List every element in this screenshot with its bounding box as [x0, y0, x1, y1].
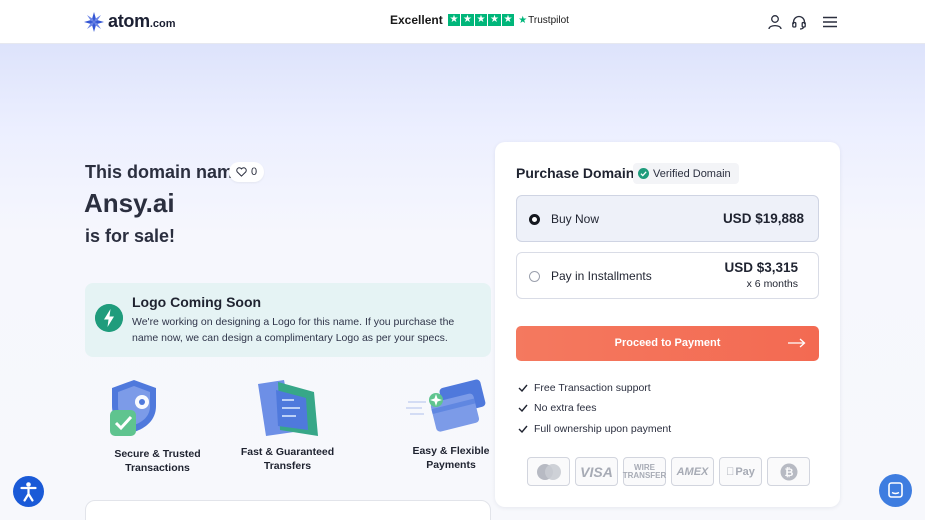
- proceed-to-payment-button[interactable]: Proceed to Payment: [516, 326, 819, 361]
- trustpilot-logo-icon: ★: [518, 14, 528, 26]
- bitcoin-icon: ₿: [767, 457, 810, 486]
- option-label: Buy Now: [551, 212, 600, 226]
- logo-coming-soon-notice: Logo Coming Soon We're working on design…: [85, 283, 491, 357]
- lightning-icon: [95, 304, 123, 332]
- apple-pay-icon: Pay: [719, 457, 762, 486]
- trustpilot-rating: Excellent: [390, 13, 443, 27]
- logo-suffix: .com: [149, 18, 176, 30]
- option-installments[interactable]: Pay in Installments USD $3,315 x 6 month…: [516, 252, 819, 299]
- atom-logo-icon: [84, 11, 104, 32]
- chat-icon: [888, 482, 903, 498]
- heart-icon: [236, 167, 247, 177]
- next-section-card: [85, 500, 491, 520]
- radio-buy-now[interactable]: [529, 214, 540, 225]
- logo-wordmark: atom: [108, 11, 150, 31]
- trustpilot-stars: ★ ★ ★ ★ ★: [447, 13, 515, 27]
- benefit-item: Full ownership upon payment: [518, 423, 671, 435]
- benefit-item: No extra fees: [518, 402, 596, 414]
- feature-secure: Secure & Trusted Transactions: [114, 448, 201, 474]
- option-buy-now[interactable]: Buy Now USD $19,888: [516, 195, 819, 242]
- shield-check-icon: [110, 380, 156, 436]
- check-icon: [518, 404, 528, 412]
- purchase-title: Purchase Domain: [516, 165, 635, 181]
- option-subtext: x 6 months: [746, 278, 798, 290]
- apple-pay-label: Pay: [731, 465, 755, 478]
- notice-title: Logo Coming Soon: [132, 294, 262, 310]
- headset-icon[interactable]: [791, 14, 807, 30]
- site-logo[interactable]: atom .com: [84, 11, 176, 32]
- verified-label: Verified Domain: [653, 167, 731, 180]
- trustpilot-badge[interactable]: Excellent ★ ★ ★ ★ ★ ★ Trustpilot: [390, 13, 569, 27]
- star-icon: ★: [488, 13, 501, 27]
- svg-text:₿: ₿: [784, 467, 793, 479]
- payment-methods: VISA WIRE TRANSFER AMEX Pay ₿: [527, 457, 810, 486]
- star-icon: ★: [474, 13, 488, 27]
- radio-installments[interactable]: [529, 271, 540, 282]
- option-price: USD $3,315: [724, 260, 798, 275]
- amex-icon: AMEX: [671, 457, 714, 486]
- benefit-label: Free Transaction support: [534, 382, 651, 394]
- star-icon: ★: [447, 13, 461, 27]
- check-icon: [518, 384, 528, 392]
- arrow-right-icon: [788, 338, 806, 348]
- star-icon: ★: [501, 13, 515, 27]
- feature-fast: Fast & Guaranteed Transfers: [240, 446, 335, 472]
- feature-flexible: Easy & Flexible Payments: [412, 445, 490, 471]
- payment-cards-icon: [406, 379, 486, 432]
- accessibility-icon: [20, 482, 37, 502]
- button-label: Proceed to Payment: [614, 337, 721, 349]
- site-header: atom .com Excellent ★ ★ ★ ★ ★ ★ Trustpil…: [0, 0, 925, 44]
- benefit-item: Free Transaction support: [518, 382, 651, 394]
- notice-body: We're working on designing a Logo for th…: [132, 316, 455, 344]
- benefit-label: Full ownership upon payment: [534, 423, 672, 435]
- verified-badge: Verified Domain: [633, 163, 739, 184]
- visa-icon: VISA: [575, 457, 618, 486]
- trustpilot-brand: Trustpilot: [528, 14, 569, 26]
- accessibility-button[interactable]: [13, 476, 44, 507]
- chat-button[interactable]: [879, 474, 912, 507]
- mastercard-icon: [527, 457, 570, 486]
- like-button[interactable]: 0: [229, 162, 265, 182]
- option-label: Pay in Installments: [551, 269, 652, 283]
- domain-label: This domain name: [85, 162, 244, 182]
- like-count: 0: [251, 166, 258, 178]
- benefit-label: No extra fees: [534, 402, 597, 414]
- option-price: USD $19,888: [722, 211, 804, 226]
- sale-status: is for sale!: [85, 226, 176, 246]
- transfer-folders-icon: [258, 380, 318, 436]
- check-circle-icon: [638, 168, 649, 179]
- check-icon: [518, 425, 528, 433]
- wire-transfer-icon: WIRE TRANSFER: [623, 457, 666, 486]
- purchase-card: Purchase Domain Verified Domain Buy Now …: [495, 142, 840, 507]
- star-icon: ★: [461, 13, 474, 27]
- menu-icon[interactable]: [822, 14, 838, 30]
- user-icon[interactable]: [767, 14, 783, 30]
- domain-name: Ansy.ai: [84, 188, 175, 218]
